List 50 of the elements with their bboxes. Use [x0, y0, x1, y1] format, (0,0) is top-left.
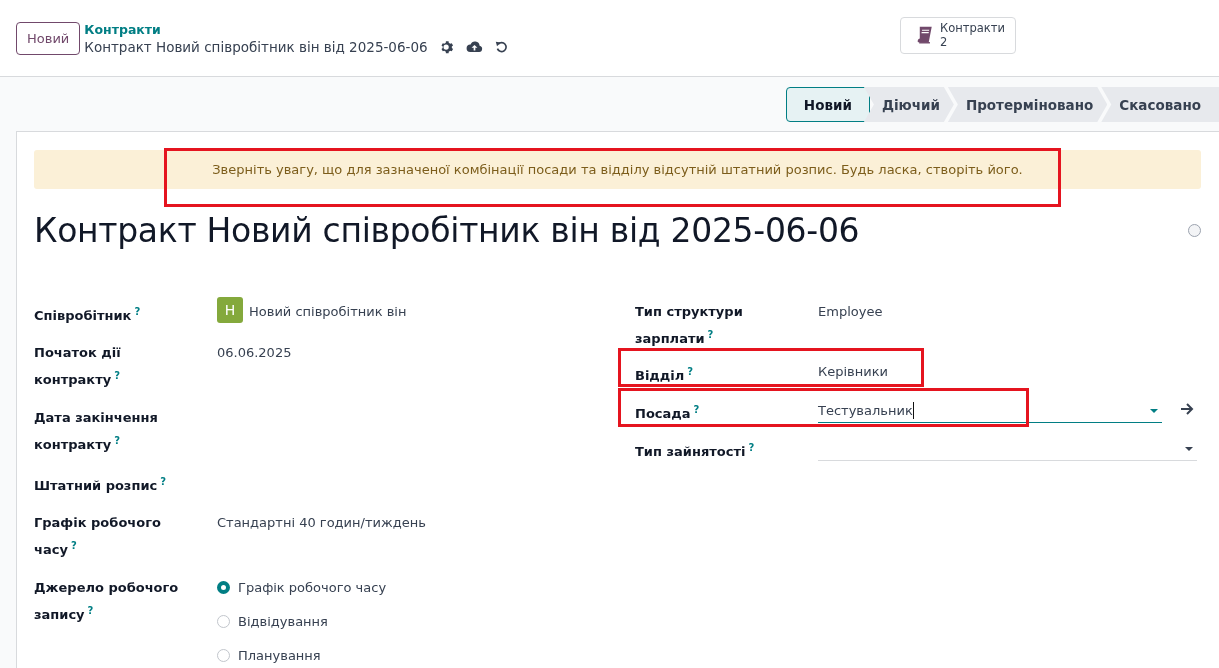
radio-label: Відвідування — [238, 612, 328, 631]
radio-label: Планування — [238, 646, 321, 665]
field-value: 06.06.2025 — [217, 344, 292, 363]
help-tooltip[interactable]: ? — [707, 329, 714, 340]
help-tooltip[interactable]: ? — [160, 476, 167, 487]
new-button[interactable]: Новий — [16, 21, 81, 55]
breadcrumb-link[interactable]: Контракти — [84, 21, 508, 37]
book-icon[interactable] — [915, 25, 935, 45]
field-label: Співробітник $^{?}$ — [34, 305, 141, 326]
contracts-smart-button[interactable]: Контракти 2 — [900, 16, 1016, 54]
smart-button-count: 2 — [940, 35, 948, 49]
status-stage[interactable]: Діючий — [863, 87, 954, 122]
help-tooltip[interactable]: ? — [87, 604, 94, 616]
field-value: Стандартні 40 годин/тиждень — [217, 514, 426, 533]
field-label: Дата закінчення контракту $^{?}$ — [34, 408, 159, 454]
field-label: Штатний розпис $^{?}$ — [34, 475, 167, 496]
status-stage[interactable]: Скасовано — [1101, 87, 1219, 122]
cloud-upload-icon[interactable] — [465, 39, 483, 54]
field-value: Employee — [818, 303, 883, 321]
radio-label: Графік робочого часу — [238, 578, 387, 597]
dropdown-caret-icon — [1185, 447, 1193, 451]
help-tooltip[interactable]: ? — [687, 366, 694, 377]
avatar-initial: Н — [217, 297, 243, 323]
help-tooltip[interactable]: ? — [114, 434, 120, 446]
field-value[interactable]: Новий співробітник він — [249, 300, 407, 323]
arrow-right-icon[interactable] — [1180, 403, 1194, 415]
dropdown-caret-icon — [1150, 409, 1158, 413]
help-tooltip[interactable]: ? — [70, 540, 77, 552]
radio-button[interactable] — [217, 580, 230, 594]
help-tooltip[interactable]: ? — [693, 404, 700, 415]
field-value: Керівники — [818, 363, 888, 381]
status-stage[interactable]: Новий — [785, 87, 870, 122]
select-field[interactable]: Тестувальник — [818, 398, 1162, 423]
warning-text: Зверніть увагу, що для зазначеної комбінації посади та відділу відсутній штатний розпис. Будь ласка, створіть його. — [212, 162, 1023, 177]
field-label: Тип структури зарплати $^{?}$ — [635, 303, 744, 349]
field-label: Початок дії контракту $^{?}$ — [34, 344, 122, 390]
field-label: Джерело робочого запису $^{?}$ — [34, 578, 180, 624]
smart-button-label: Контракти — [940, 21, 1005, 35]
status-stage[interactable]: Протерміновано — [947, 87, 1108, 122]
record-name: Контракт Новий співробітник він від 2025-06-06 — [34, 211, 860, 250]
help-tooltip[interactable]: ? — [748, 442, 755, 453]
undo-icon[interactable] — [494, 39, 508, 54]
field-label: Тип зайнятості $^{?}$ — [635, 441, 755, 462]
field-label: Відділ $^{?}$ — [635, 365, 694, 386]
record-title: Контракт Новий співробітник він від 2025-06-06 — [84, 38, 428, 55]
field-label: Графік робочого часу $^{?}$ — [34, 514, 162, 560]
gear-icon[interactable] — [439, 39, 454, 54]
help-tooltip[interactable]: ? — [114, 370, 120, 382]
help-tooltip[interactable]: ? — [134, 306, 141, 317]
field-label: Посада $^{?}$ — [635, 403, 700, 424]
